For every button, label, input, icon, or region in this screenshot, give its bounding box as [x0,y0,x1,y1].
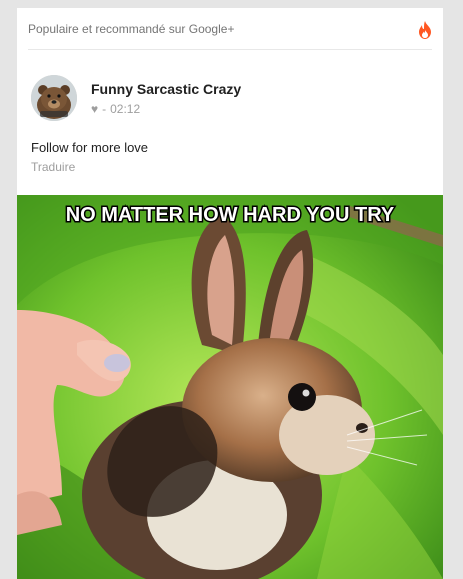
header-divider [28,49,432,50]
avatar[interactable] [31,75,77,121]
rabbit-meme-image: NO MATTER HOW HARD YOU TRY [17,195,443,579]
meme-caption: NO MATTER HOW HARD YOU TRY [66,204,395,226]
author-name[interactable]: Funny Sarcastic Crazy [91,81,241,97]
post-meta: ♥ -02:12 [91,102,140,116]
post-card: Populaire et recommandé sur Google+ Funn… [17,8,443,579]
post-text: Follow for more love [31,140,149,155]
heart-icon: ♥ [91,102,99,116]
post-time[interactable]: 02:12 [110,102,140,116]
meta-separator: - [102,102,107,116]
card-header: Populaire et recommandé sur Google+ [17,8,443,50]
translate-link[interactable]: Traduire [31,160,75,174]
post-image[interactable]: NO MATTER HOW HARD YOU TRY [17,195,443,579]
flame-icon[interactable] [418,21,432,39]
bear-avatar-image [31,75,77,121]
section-title: Populaire et recommandé sur Google+ [28,22,235,36]
